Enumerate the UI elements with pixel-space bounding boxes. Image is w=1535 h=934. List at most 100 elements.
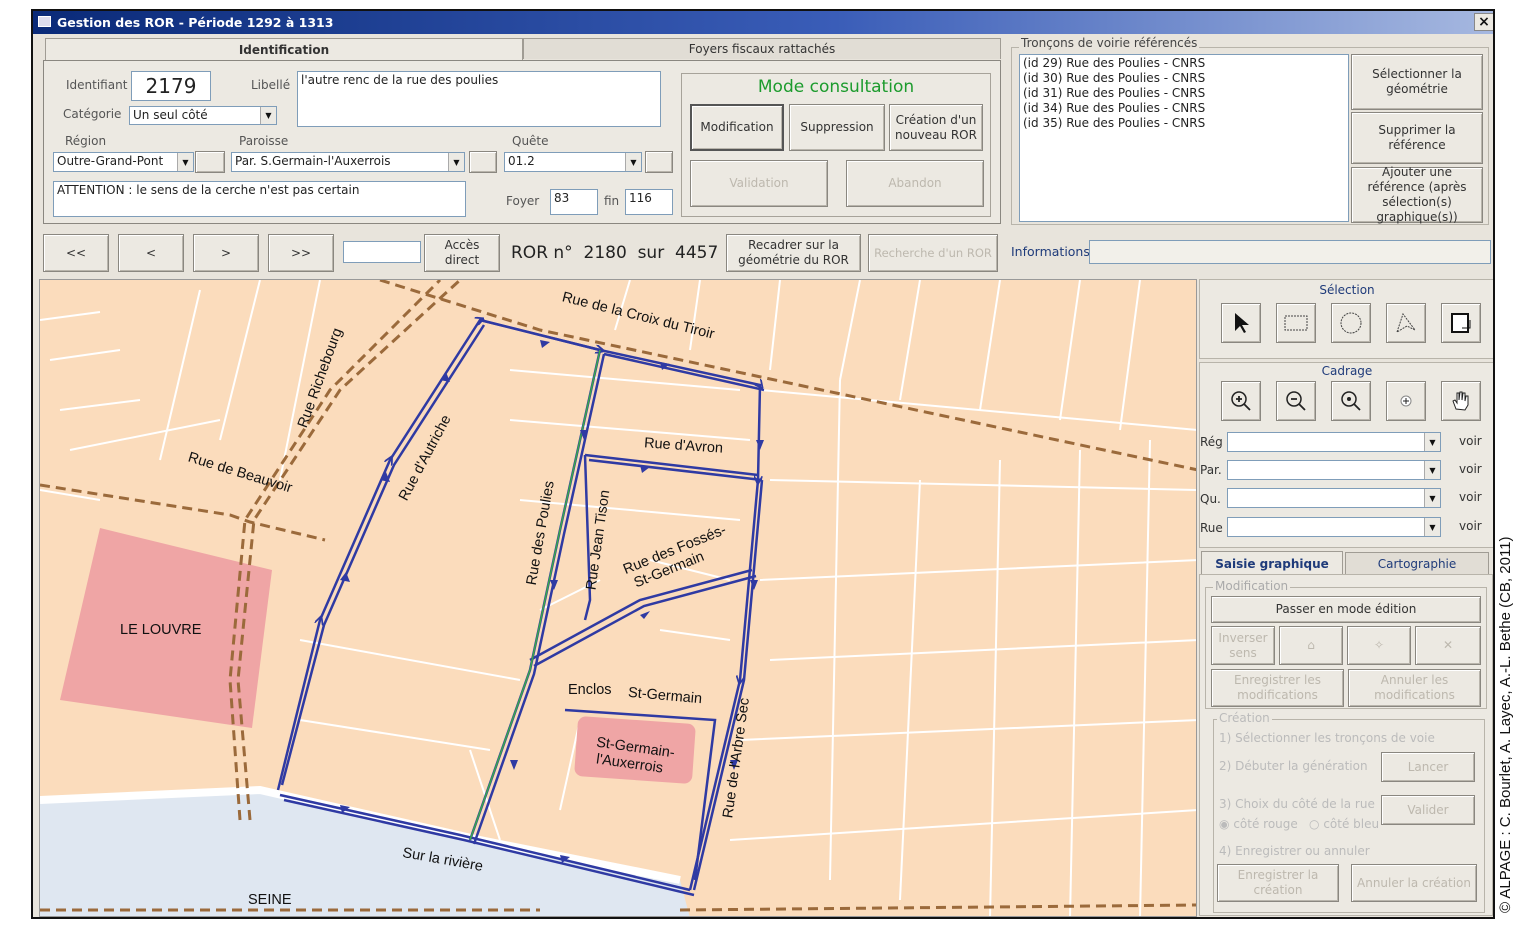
add-vertex-icon[interactable]: ⌂ xyxy=(1279,626,1343,665)
ror-counter: ROR n° 2180 sur 4457 xyxy=(511,243,718,263)
chevron-down-icon[interactable]: ▼ xyxy=(1424,489,1440,507)
region-extra-button[interactable] xyxy=(195,151,225,173)
creation-ror-button[interactable]: Création d'un nouveau ROR xyxy=(889,104,983,151)
region-label: Région xyxy=(65,134,107,148)
rue-voir-link[interactable]: voir xyxy=(1459,519,1482,533)
tab-saisie-graphique[interactable]: Saisie graphique xyxy=(1201,551,1343,575)
quete-select[interactable]: 01.2 ▼ xyxy=(504,152,642,172)
rue-label: Rue xyxy=(1200,521,1223,535)
step1-text: 1) Sélectionner les tronçons de voie xyxy=(1219,731,1435,745)
enregistrer-creation-button[interactable]: Enregistrer la création xyxy=(1217,864,1339,902)
step4-text: 4) Enregistrer ou annuler xyxy=(1219,844,1370,858)
troncons-list[interactable]: (id 29) Rue des Poulies - CNRS (id 30) R… xyxy=(1019,54,1349,222)
chevron-down-icon[interactable]: ▼ xyxy=(625,153,641,171)
last-record-button[interactable]: >> xyxy=(268,234,334,272)
modification-button[interactable]: Modification xyxy=(690,104,784,151)
list-item[interactable]: (id 31) Rue des Poulies - CNRS xyxy=(1023,86,1345,101)
mode-title: Mode consultation xyxy=(757,77,915,97)
annuler-creation-button[interactable]: Annuler la création xyxy=(1351,864,1477,902)
quete-label: Quête xyxy=(512,134,549,148)
street-map[interactable] xyxy=(40,280,1197,917)
foyer-field[interactable]: 83 xyxy=(550,189,598,215)
chevron-down-icon[interactable]: ▼ xyxy=(1424,433,1440,451)
pan-hand-icon[interactable] xyxy=(1441,381,1481,421)
note-field[interactable]: ATTENTION : le sens de la cerche n'est p… xyxy=(53,181,466,217)
annuler-modifications-button[interactable]: Annuler les modifications xyxy=(1348,669,1481,707)
zoom-in-icon[interactable] xyxy=(1221,381,1261,421)
map-label-seine: SEINE xyxy=(248,892,292,908)
categorie-value: Un seul côté xyxy=(133,108,208,122)
map-view[interactable]: Rue de la Croix du Tiroir Rue Richebourg… xyxy=(39,279,1197,917)
categorie-label: Catégorie xyxy=(63,107,122,121)
radio-icon: ◉ xyxy=(1219,817,1230,831)
fin-field[interactable]: 116 xyxy=(625,189,673,215)
circle-select-icon[interactable] xyxy=(1331,303,1371,343)
identifiant-field[interactable]: 2179 xyxy=(131,71,211,101)
par-voir-link[interactable]: voir xyxy=(1459,462,1482,476)
rectangle-select-icon[interactable] xyxy=(1276,303,1316,343)
reg-voir-link[interactable]: voir xyxy=(1459,434,1482,448)
enregistrer-modifications-button[interactable]: Enregistrer les modifications xyxy=(1211,669,1344,707)
polygon-select-icon[interactable] xyxy=(1386,303,1426,343)
categorie-select[interactable]: Un seul côté ▼ xyxy=(129,106,277,125)
radio-cote-bleu[interactable]: ○ côté bleu xyxy=(1309,817,1379,831)
suppression-button[interactable]: Suppression xyxy=(789,104,885,151)
recadrer-button[interactable]: Recadrer sur la géométrie du ROR xyxy=(726,234,861,272)
chevron-down-icon[interactable]: ▼ xyxy=(1424,518,1440,536)
close-button[interactable]: × xyxy=(1474,13,1493,31)
delete-vertex-icon[interactable]: ✕ xyxy=(1415,626,1481,665)
center-map-icon[interactable] xyxy=(1386,381,1426,421)
region-select[interactable]: Outre-Grand-Pont ▼ xyxy=(53,152,194,172)
tab-foyers-fiscaux[interactable]: Foyers fiscaux rattachés xyxy=(523,38,1001,59)
list-item[interactable]: (id 30) Rue des Poulies - CNRS xyxy=(1023,71,1345,86)
clear-selection-icon[interactable] xyxy=(1441,303,1481,343)
list-item[interactable]: (id 35) Rue des Poulies - CNRS xyxy=(1023,116,1345,131)
quete-extra-button[interactable] xyxy=(645,151,673,173)
list-item[interactable]: (id 29) Rue des Poulies - CNRS xyxy=(1023,56,1345,71)
par-label: Par. xyxy=(1200,463,1222,477)
prev-record-button[interactable]: < xyxy=(118,234,184,272)
troncons-legend: Tronçons de voirie référencés xyxy=(1019,36,1200,50)
delete-reference-button[interactable]: Supprimer la référence xyxy=(1351,112,1483,164)
ror-total: 4457 xyxy=(675,243,719,263)
pointer-tool-icon[interactable] xyxy=(1221,303,1261,343)
tab-identification[interactable]: Identification xyxy=(45,38,523,61)
validation-button[interactable]: Validation xyxy=(690,160,828,207)
chevron-down-icon[interactable]: ▼ xyxy=(448,153,464,171)
move-vertex-icon[interactable]: ✧ xyxy=(1347,626,1411,665)
paroisse-select[interactable]: Par. S.Germain-l'Auxerrois ▼ xyxy=(231,152,465,172)
paroisse-extra-button[interactable] xyxy=(469,151,497,173)
acces-direct-button[interactable]: Accès direct xyxy=(424,234,500,272)
acces-direct-input[interactable] xyxy=(343,241,421,263)
reg-select[interactable]: ▼ xyxy=(1227,432,1441,452)
next-record-button[interactable]: > xyxy=(193,234,259,272)
recherche-ror-button[interactable]: Recherche d'un ROR xyxy=(868,234,998,272)
chevron-down-icon[interactable]: ▼ xyxy=(1424,461,1440,479)
lancer-button[interactable]: Lancer xyxy=(1381,752,1475,782)
tab-cartographie[interactable]: Cartographie xyxy=(1345,552,1489,574)
inverser-sens-button[interactable]: Inverser sens xyxy=(1211,626,1275,665)
add-reference-button[interactable]: Ajouter une référence (après sélection(s… xyxy=(1351,165,1483,224)
zoom-extent-icon[interactable] xyxy=(1331,381,1371,421)
qu-voir-link[interactable]: voir xyxy=(1459,490,1482,504)
reg-label: Rég xyxy=(1200,435,1223,449)
paroisse-label: Paroisse xyxy=(239,134,289,148)
libelle-field[interactable]: l'autre renc de la rue des poulies xyxy=(297,71,661,127)
par-select[interactable]: ▼ xyxy=(1227,460,1441,480)
qu-select[interactable]: ▼ xyxy=(1227,488,1441,508)
passer-edition-button[interactable]: Passer en mode édition xyxy=(1211,596,1481,623)
chevron-down-icon[interactable]: ▼ xyxy=(260,107,276,124)
cote-bleu-label: côté bleu xyxy=(1323,817,1380,831)
modification-legend: Modification xyxy=(1213,579,1291,593)
valider-button[interactable]: Valider xyxy=(1381,795,1475,825)
radio-cote-rouge[interactable]: ◉ côté rouge xyxy=(1219,817,1298,831)
ror-number: 2180 xyxy=(583,243,627,263)
chevron-down-icon[interactable]: ▼ xyxy=(177,153,193,171)
zoom-out-icon[interactable] xyxy=(1276,381,1316,421)
fin-label: fin xyxy=(604,194,620,208)
select-geometry-button[interactable]: Sélectionner la géométrie xyxy=(1351,54,1483,110)
first-record-button[interactable]: << xyxy=(43,234,109,272)
rue-select[interactable]: ▼ xyxy=(1227,517,1441,537)
abandon-button[interactable]: Abandon xyxy=(846,160,984,207)
list-item[interactable]: (id 34) Rue des Poulies - CNRS xyxy=(1023,101,1345,116)
